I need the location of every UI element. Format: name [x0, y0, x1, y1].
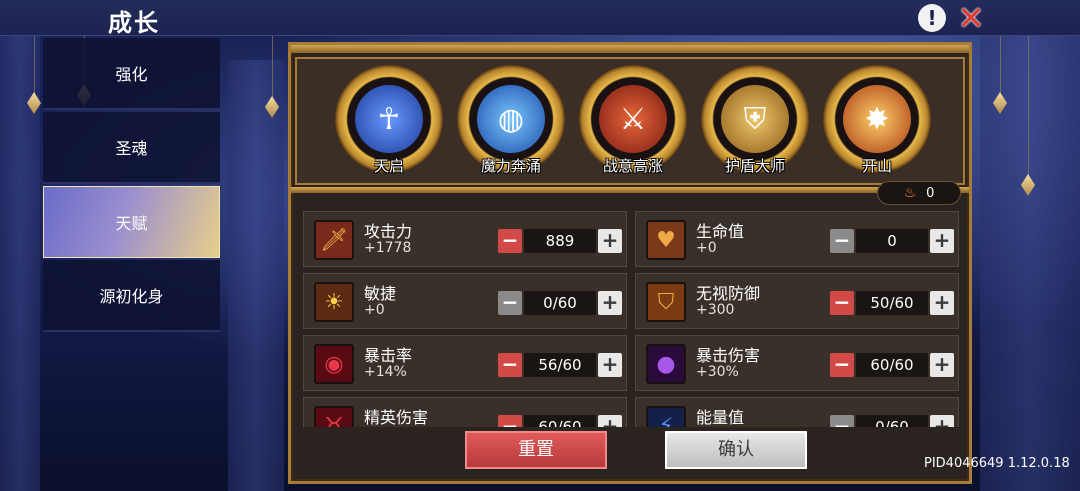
shield-icon: ⛨	[721, 85, 789, 153]
stat-row-crit-damage: ● 暴击伤害 +30% − 60/60 +	[635, 335, 959, 391]
sidebar: 强化 圣魂 天赋 源初化身	[43, 38, 220, 334]
talent-name: 战意高涨	[602, 157, 663, 175]
dark-orb-icon: ●	[646, 344, 686, 384]
help-icon[interactable]: !	[918, 4, 946, 32]
sidebar-item-origin-avatar[interactable]: 源初化身	[43, 260, 220, 332]
stat-name: 精英伤害	[364, 408, 429, 427]
stat-bonus: +0	[696, 240, 717, 256]
talent-skill[interactable]: ⛨ 护盾大师	[699, 65, 811, 181]
ornament-string	[1000, 36, 1001, 94]
ornament-string	[34, 36, 35, 96]
confirm-button[interactable]: 确认	[665, 431, 807, 469]
stat-name: 能量值	[696, 408, 745, 427]
talent-name: 开山	[861, 157, 892, 175]
stat-value: 60/60	[524, 415, 596, 427]
broken-shield-icon: ⛉	[646, 282, 686, 322]
stat-value: 56/60	[524, 353, 596, 377]
talent-name: 护盾大师	[724, 157, 785, 175]
talent-skill[interactable]: ☥ 天启	[333, 65, 445, 181]
version-label: PID4046649 1.12.0.18	[924, 456, 1070, 471]
increase-button[interactable]: +	[930, 229, 954, 253]
talent-skill[interactable]: ◍ 魔力奔涌	[455, 65, 567, 181]
stat-row-crit-rate: ◉ 暴击率 +14% − 56/60 +	[303, 335, 627, 391]
increase-button[interactable]: +	[598, 353, 622, 377]
increase-button[interactable]: +	[598, 229, 622, 253]
vortex-icon: ◉	[314, 344, 354, 384]
stat-name: 攻击力	[364, 222, 413, 241]
stat-row-elite-damage: ♉ 精英伤害 − 60/60 +	[303, 397, 627, 427]
title-bar: 成长 ! ✕	[0, 0, 1080, 37]
close-icon[interactable]: ✕	[955, 2, 987, 34]
stat-value: 889	[524, 229, 596, 253]
sun-icon: ☀	[314, 282, 354, 322]
stat-bonus: +0	[364, 302, 385, 318]
stat-row-ignore-defense: ⛉ 无视防御 +300 − 50/60 +	[635, 273, 959, 329]
decrease-button[interactable]: −	[498, 291, 522, 315]
flame-icon: ♨	[903, 185, 917, 201]
talent-skill[interactable]: ✸ 开山	[821, 65, 933, 181]
energy-icon: ⚡	[646, 406, 686, 427]
sidebar-item-talent[interactable]: 天赋	[43, 186, 220, 258]
stat-bonus: +300	[696, 302, 735, 318]
stat-row-agility: ☀ 敏捷 +0 − 0/60 +	[303, 273, 627, 329]
sidebar-item-holy-soul[interactable]: 圣魂	[43, 112, 220, 184]
burst-icon: ✸	[843, 85, 911, 153]
talent-name: 魔力奔涌	[480, 157, 541, 175]
stat-name: 暴击率	[364, 346, 413, 365]
stat-value: 0	[856, 229, 928, 253]
talent-name: 天启	[373, 157, 404, 175]
decrease-button[interactable]: −	[498, 415, 522, 427]
increase-button[interactable]: +	[598, 291, 622, 315]
stat-row-attack: 🗡 攻击力 +1778 − 889 +	[303, 211, 627, 267]
decrease-button[interactable]: −	[830, 415, 854, 427]
panel-divider	[291, 187, 969, 193]
stat-value: 60/60	[856, 353, 928, 377]
swirl-icon: ◍	[477, 85, 545, 153]
talent-points-badge: ♨ 0	[877, 181, 961, 205]
decrease-button[interactable]: −	[498, 229, 522, 253]
stat-name: 暴击伤害	[696, 346, 761, 365]
talent-points-value: 0	[926, 185, 935, 201]
panel-top-border	[291, 45, 969, 53]
horn-icon: ♉	[314, 406, 354, 427]
decrease-button[interactable]: −	[830, 229, 854, 253]
talent-skill[interactable]: ⚔ 战意高涨	[577, 65, 689, 181]
increase-button[interactable]: +	[930, 415, 954, 427]
ornament-string	[272, 36, 273, 98]
decrease-button[interactable]: −	[830, 291, 854, 315]
stat-name: 生命值	[696, 222, 745, 241]
stat-value: 0/60	[524, 291, 596, 315]
stat-bonus: +1778	[364, 240, 412, 256]
human-figure-icon: ☥	[355, 85, 423, 153]
talent-row: ☥ 天启 ◍ 魔力奔涌 ⚔ 战意高涨 ⛨ 护盾大师 ✸ 开山	[295, 57, 965, 185]
decrease-button[interactable]: −	[498, 353, 522, 377]
stats-grid: 🗡 攻击力 +1778 − 889 + ♥ 生命值 +0 − 0 + ☀ 敏捷 …	[303, 211, 961, 427]
reset-button[interactable]: 重置	[465, 431, 607, 469]
increase-button[interactable]: +	[930, 353, 954, 377]
warrior-icon: ⚔	[599, 85, 667, 153]
stat-bonus: +30%	[696, 364, 739, 380]
stat-value: 50/60	[856, 291, 928, 315]
increase-button[interactable]: +	[598, 415, 622, 427]
stat-name: 敏捷	[364, 284, 397, 303]
ornament-string	[1028, 36, 1029, 176]
background-pillar	[228, 60, 284, 491]
heart-icon: ♥	[646, 220, 686, 260]
sidebar-item-enhance[interactable]: 强化	[43, 38, 220, 110]
stat-row-hp: ♥ 生命值 +0 − 0 +	[635, 211, 959, 267]
page-title: 成长	[108, 9, 160, 37]
stat-name: 无视防御	[696, 284, 761, 303]
increase-button[interactable]: +	[930, 291, 954, 315]
decrease-button[interactable]: −	[830, 353, 854, 377]
sword-icon: 🗡	[314, 220, 354, 260]
stat-bonus: +14%	[364, 364, 407, 380]
stat-row-energy: ⚡ 能量值 − 0/60 +	[635, 397, 959, 427]
talent-panel: ☥ 天启 ◍ 魔力奔涌 ⚔ 战意高涨 ⛨ 护盾大师 ✸ 开山 ♨ 0 🗡 攻击力…	[288, 42, 972, 484]
stat-value: 0/60	[856, 415, 928, 427]
